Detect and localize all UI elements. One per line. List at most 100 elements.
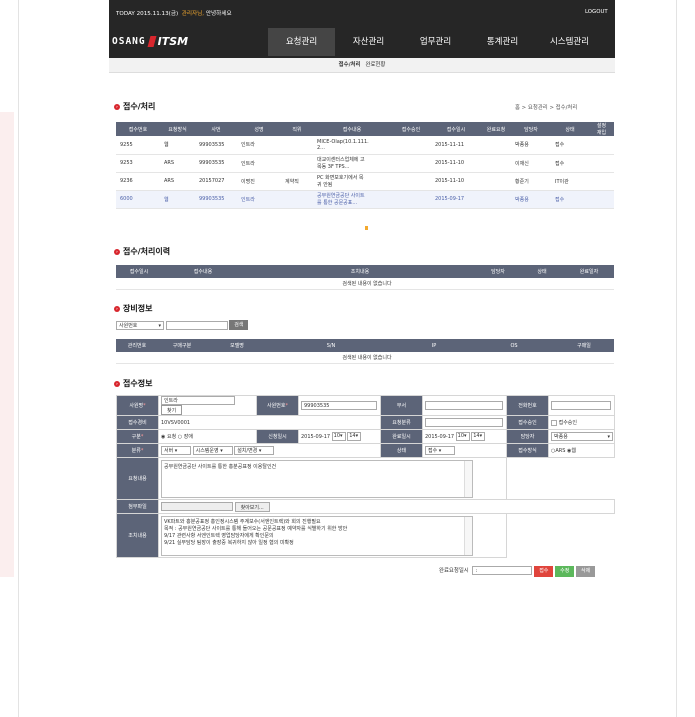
receipt-form: 사원명* 인트라 찾기 사원번호* 99903535 부서 전화번호 접수경비 … <box>116 395 615 558</box>
scrollbar[interactable] <box>464 516 472 555</box>
empty-message: 검색된 내용이 없습니다 <box>116 278 614 290</box>
nav-item[interactable]: 통계관리 <box>469 28 536 56</box>
min-select[interactable]: 14▾ <box>347 432 362 441</box>
table-cell: 9255 <box>116 136 160 155</box>
min-select[interactable]: 14▾ <box>471 432 486 441</box>
cat3-select[interactable]: 설치/변경 ▾ <box>234 446 275 455</box>
column-header: 직위 <box>281 122 313 136</box>
column-header: 접수승인 <box>391 122 431 136</box>
complete-request-row: 완료요청일시 : 접수 수정 삭제 <box>439 566 596 577</box>
table-cell: 9236 <box>116 172 160 191</box>
filter-select[interactable]: 사원번호 ▾ <box>116 320 164 330</box>
table-cell <box>391 136 431 155</box>
equip-filter: 사원번호 ▾ 검색 <box>116 320 249 330</box>
nav-item[interactable]: 업무관리 <box>402 28 469 56</box>
logout-link[interactable]: LOGOUT <box>585 9 608 15</box>
nav-item[interactable]: 요청관리 <box>268 28 335 56</box>
receive-button[interactable]: 접수 <box>534 566 554 577</box>
sub-tab[interactable]: 완료현황 <box>365 62 385 68</box>
cat2-select[interactable]: 시스템운영 ▾ <box>192 446 233 455</box>
page: TODAY 2015.11.13(금) 관리자님, 안녕하세요 LOGOUT O… <box>0 0 695 717</box>
table-cell: 99903535 <box>195 154 237 173</box>
table-row[interactable]: 9236 ARS 20157027 이명진 계약직 PC 화면보호기에서 목 귀 안됨 20… <box>116 172 614 191</box>
table-cell: IT이관 <box>551 172 589 191</box>
nav-item[interactable]: 시스템관리 <box>536 28 603 56</box>
chevron-down-icon: ▾ <box>158 322 161 329</box>
filter-input[interactable] <box>165 320 228 330</box>
pagination[interactable] <box>365 226 368 230</box>
browse-button[interactable]: 찾아보기... <box>234 501 270 512</box>
table-cell: 이명진 <box>237 172 281 191</box>
table-cell <box>589 172 614 191</box>
owner-select[interactable]: 박종용 ▾ <box>551 432 613 441</box>
radio-on-icon[interactable]: ◉ <box>161 434 165 440</box>
column-header: 성명 <box>237 122 281 136</box>
table-cell: 접수 <box>551 154 589 173</box>
table-cell: 박종용 <box>511 136 551 155</box>
req-dept-field[interactable] <box>425 418 503 427</box>
table-cell: 6000 <box>116 190 160 209</box>
column-header: 설정 재입 <box>589 122 614 136</box>
right-panel <box>676 0 695 717</box>
column-header: 사번 <box>195 122 237 136</box>
radio-off-icon[interactable]: ○ <box>178 434 182 440</box>
table-cell <box>481 172 511 191</box>
cat1-select[interactable]: 서버 ▾ <box>161 446 191 455</box>
request-table: 접수번호 요청방식 사번 성명 직위 접수내용 접수승인 접수일시 완료요청 담당자 상태 설정 재입… <box>116 122 614 209</box>
state-select[interactable]: 접수 ▾ <box>425 446 455 455</box>
approve-checkbox[interactable] <box>551 419 557 426</box>
table-cell: 공무원연금공단 사이트 를 통한 공문공표... <box>313 190 391 209</box>
nav-item[interactable]: 자산관리 <box>335 28 402 56</box>
table-cell: 인트라 <box>237 136 281 155</box>
table-cell <box>481 154 511 173</box>
tel-field[interactable] <box>551 401 611 410</box>
search-button[interactable]: 검색 <box>229 320 249 330</box>
table-row[interactable]: 9255 웹 99903535 인트라 MICE-Olap(10.1.111. 2...… <box>116 136 614 155</box>
section-title: › 접수정보 <box>114 378 152 389</box>
done-date-field[interactable]: 2015-09-17 <box>425 434 454 440</box>
app-date-field[interactable]: 2015-09-17 <box>301 434 330 440</box>
table-cell <box>281 154 313 173</box>
column-header: 요청방식 <box>160 122 195 136</box>
table-cell: 2015-11-10 <box>431 154 481 173</box>
emp-name-field[interactable]: 인트라 <box>161 396 235 405</box>
history-table: 접수일시 접수내용 조치내용 담당자 상태 완료일자 검색된 내용이 없습니다 <box>116 265 614 290</box>
scrollbar[interactable] <box>464 460 472 497</box>
file-path-field <box>161 502 233 511</box>
table-row[interactable]: 6000 웹 99903535 인트라 공무원연금공단 사이트 를 통한 공문공표...… <box>116 190 614 209</box>
delete-button[interactable]: 삭제 <box>576 566 596 577</box>
dept-field[interactable] <box>425 401 503 410</box>
request-textarea[interactable]: 공무원연금공단 사이트를 통한 홍분공표정 이용탈인건 <box>161 459 473 498</box>
table-cell: 접수 <box>551 136 589 155</box>
emp-no-field[interactable]: 99903535 <box>301 401 377 410</box>
acc-value: 10VSV0001 <box>158 415 381 430</box>
table-row[interactable]: 9253 ARS 99903535 인트라 대교이센터스업체에 고 목동 3F TPS.… <box>116 154 614 173</box>
edit-button[interactable]: 수정 <box>555 566 575 577</box>
column-header: 완료요청 <box>481 122 511 136</box>
hour-select[interactable]: 10▾ <box>331 432 346 441</box>
table-cell <box>589 154 614 173</box>
table-cell: 대교이센터스업체에 고 목동 3F TPS... <box>313 154 391 173</box>
table-cell <box>589 136 614 155</box>
table-cell <box>481 190 511 209</box>
column-header: 접수일시 <box>431 122 481 136</box>
breadcrumb: 홈 > 요청관리 > 접수/처리 <box>515 105 578 111</box>
table-cell: ARS <box>160 172 195 191</box>
table-cell: 인트라 <box>237 190 281 209</box>
bullet-icon: › <box>114 380 120 387</box>
left-panel-highlight <box>0 112 14 577</box>
table-cell <box>281 136 313 155</box>
action-textarea[interactable]: VK파트와 홍분공표정 홍인정시스템 주계보수(서엔인트렉)와 회의 진행필요 … <box>161 515 473 556</box>
done-request-field[interactable]: : <box>472 566 533 575</box>
section-title: › 접수/처리 <box>114 101 155 112</box>
logo[interactable]: OSANG ITSM <box>112 32 188 50</box>
table-cell: 이재신 <box>511 154 551 173</box>
find-button[interactable]: 찾기 <box>161 405 183 415</box>
section-title: › 장비정보 <box>114 303 152 314</box>
bullet-icon: › <box>114 305 120 312</box>
chevron-down-icon: ▾ <box>607 434 610 440</box>
sub-tab-active[interactable]: 접수/처리 <box>339 62 361 68</box>
hour-select[interactable]: 10▾ <box>455 432 470 441</box>
table-cell <box>281 190 313 209</box>
table-cell: 접수 <box>551 190 589 209</box>
